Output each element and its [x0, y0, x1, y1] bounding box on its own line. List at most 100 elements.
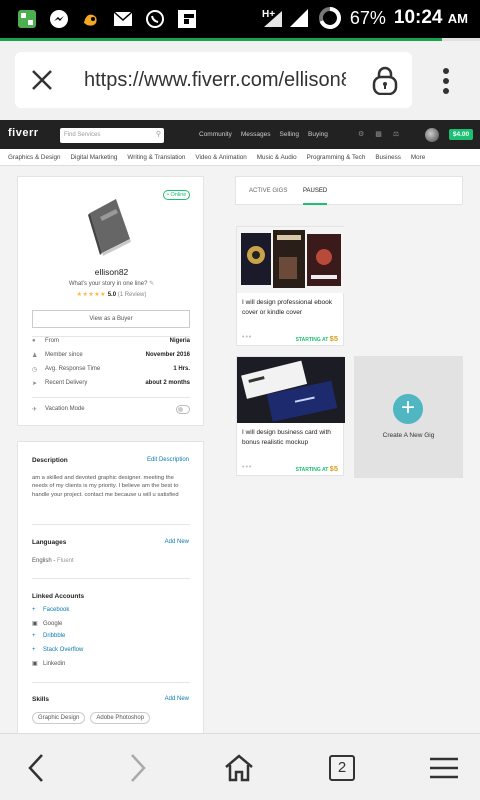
notifications-icon[interactable]: ⚙ [358, 130, 364, 138]
category-more[interactable]: More [411, 154, 425, 161]
account-name: Dribbble [43, 633, 66, 639]
divider [32, 524, 190, 525]
clock: 10:24 AM [394, 7, 468, 29]
profile-picture[interactable] [80, 195, 136, 257]
info-row-recent-delivery: ➤ Recent Delivery about 2 months [32, 380, 190, 390]
gig-title[interactable]: I will design professional ebook cover o… [242, 298, 340, 318]
tab-active-gigs[interactable]: ACTIVE GIGS [249, 188, 287, 194]
language-item: English - Fluent [32, 558, 74, 564]
divider [32, 397, 190, 398]
pencil-icon[interactable]: ✎ [149, 281, 154, 287]
tabs-button[interactable]: 2 [326, 752, 358, 784]
rating: ★★★★★ 5.0 (1 Review) [18, 291, 205, 298]
gig-price: STARTING AT $5 [296, 464, 338, 473]
linked-accounts-title: Linked Accounts [32, 593, 85, 600]
more-options-icon[interactable]: ••• [242, 334, 252, 341]
more-options-icon[interactable]: ••• [242, 464, 252, 471]
avatar[interactable] [425, 128, 439, 142]
create-gig-card[interactable]: + Create A New Gig [354, 356, 463, 478]
home-icon [225, 754, 253, 782]
location-pin-icon: ● [32, 338, 36, 344]
info-value: Nigeria [169, 338, 190, 344]
account-facebook[interactable]: + Facebook [32, 607, 69, 613]
category-business[interactable]: Business [375, 154, 401, 161]
gig-thumbnail-ebook[interactable] [237, 227, 345, 293]
create-gig-label[interactable]: Create A New Gig [354, 432, 463, 439]
tagline-text: What's your story in one line? [68, 281, 148, 287]
balance-badge[interactable]: $4.00 [449, 129, 473, 140]
fiverr-logo[interactable]: fiverr [8, 127, 39, 139]
add-skill-link[interactable]: Add New [165, 696, 189, 702]
search-placeholder: Find Services [64, 132, 101, 138]
category-writing-translation[interactable]: Writing & Translation [127, 154, 185, 161]
divider [32, 578, 190, 579]
review-count[interactable]: (1 Review) [118, 292, 147, 298]
info-label: Member since [45, 352, 83, 358]
account-stack-overflow[interactable]: + Stack Overflow [32, 647, 83, 653]
svg-text:H+: H+ [262, 9, 275, 20]
forward-arrow-icon [131, 754, 146, 782]
plus-icon[interactable]: + [393, 394, 423, 424]
skill-tag[interactable]: Adobe Photoshop [90, 712, 151, 724]
url-text[interactable]: https://www.fiverr.com/ellison82 [84, 69, 346, 92]
vacation-mode-label: Vacation Mode [45, 406, 85, 412]
account-name: Facebook [43, 607, 70, 613]
rating-value: 5.0 [107, 292, 117, 298]
starting-at-label: STARTING AT [295, 467, 329, 473]
plus-icon: + [32, 607, 36, 613]
category-programming-tech[interactable]: Programming & Tech [307, 154, 366, 161]
vacation-mode-toggle[interactable] [176, 405, 190, 414]
gig-card[interactable]: I will design business card with bonus r… [236, 356, 345, 476]
nav-messages[interactable]: Messages [241, 131, 271, 138]
battery-icon [318, 7, 341, 29]
account-dribbble[interactable]: + Dribbble [32, 633, 65, 639]
lock-icon[interactable] [371, 65, 399, 95]
info-label: From [45, 338, 59, 344]
category-music-audio[interactable]: Music & Audio [257, 154, 297, 161]
language-name: English [32, 558, 52, 564]
gig-thumbnail-business-card[interactable] [237, 357, 345, 423]
overflow-menu-icon[interactable] [436, 67, 456, 97]
back-arrow-icon [28, 754, 43, 782]
tagline[interactable]: What's your story in one line? ✎ [18, 280, 205, 287]
nav-buying[interactable]: Buying [308, 131, 328, 138]
skill-tag[interactable]: Graphic Design [32, 712, 86, 724]
nav-selling[interactable]: Selling [280, 131, 300, 138]
cart-icon[interactable]: ⚖ [393, 130, 399, 138]
address-bar[interactable]: https://www.fiverr.com/ellison82 [15, 52, 412, 108]
search-input[interactable]: Find Services ⚲ [60, 128, 164, 143]
gig-title[interactable]: I will design business card with bonus r… [242, 428, 340, 448]
info-value: about 2 months [145, 380, 190, 386]
clock-icon: ◷ [32, 367, 38, 373]
category-graphics-design[interactable]: Graphics & Design [8, 154, 61, 161]
clock-time: 10:24 [393, 7, 443, 28]
back-button[interactable] [20, 752, 52, 784]
menu-button[interactable] [428, 752, 460, 784]
view-as-buyer-button[interactable]: View as a Buyer [32, 310, 190, 328]
header-icons: ⚙ ▩ ⚖ [358, 130, 399, 138]
battery-percent: 67% [349, 7, 386, 28]
category-digital-marketing[interactable]: Digital Marketing [71, 154, 118, 161]
web-page: fiverr Find Services ⚲ Community Message… [0, 120, 480, 733]
nav-community[interactable]: Community [199, 131, 232, 138]
search-icon[interactable]: ⚲ [156, 130, 161, 138]
chart-icon[interactable]: ▩ [375, 130, 382, 138]
user-icon: ♟ [32, 353, 38, 359]
skills-list: Graphic Design Adobe Photoshop [32, 712, 151, 724]
google-icon: ▣ [32, 621, 38, 627]
starting-at-label: STARTING AT [295, 337, 329, 343]
gig-card[interactable]: I will design professional ebook cover o… [236, 226, 345, 346]
home-button[interactable] [223, 752, 255, 784]
fiverr-header: fiverr Find Services ⚲ Community Message… [0, 120, 480, 149]
email-icon [112, 8, 134, 30]
add-language-link[interactable]: Add New [165, 539, 189, 545]
tab-paused[interactable]: PAUSED [303, 188, 327, 194]
forward-button[interactable] [122, 752, 154, 784]
edit-description-link[interactable]: Edit Description [147, 457, 189, 463]
username: ellison82 [94, 267, 129, 277]
account-name: Linkedin [43, 661, 66, 667]
language-level: Fluent [57, 558, 74, 564]
category-video-animation[interactable]: Video & Animation [195, 154, 246, 161]
close-icon[interactable] [29, 67, 55, 93]
info-value: 1 Hrs. [173, 366, 190, 372]
